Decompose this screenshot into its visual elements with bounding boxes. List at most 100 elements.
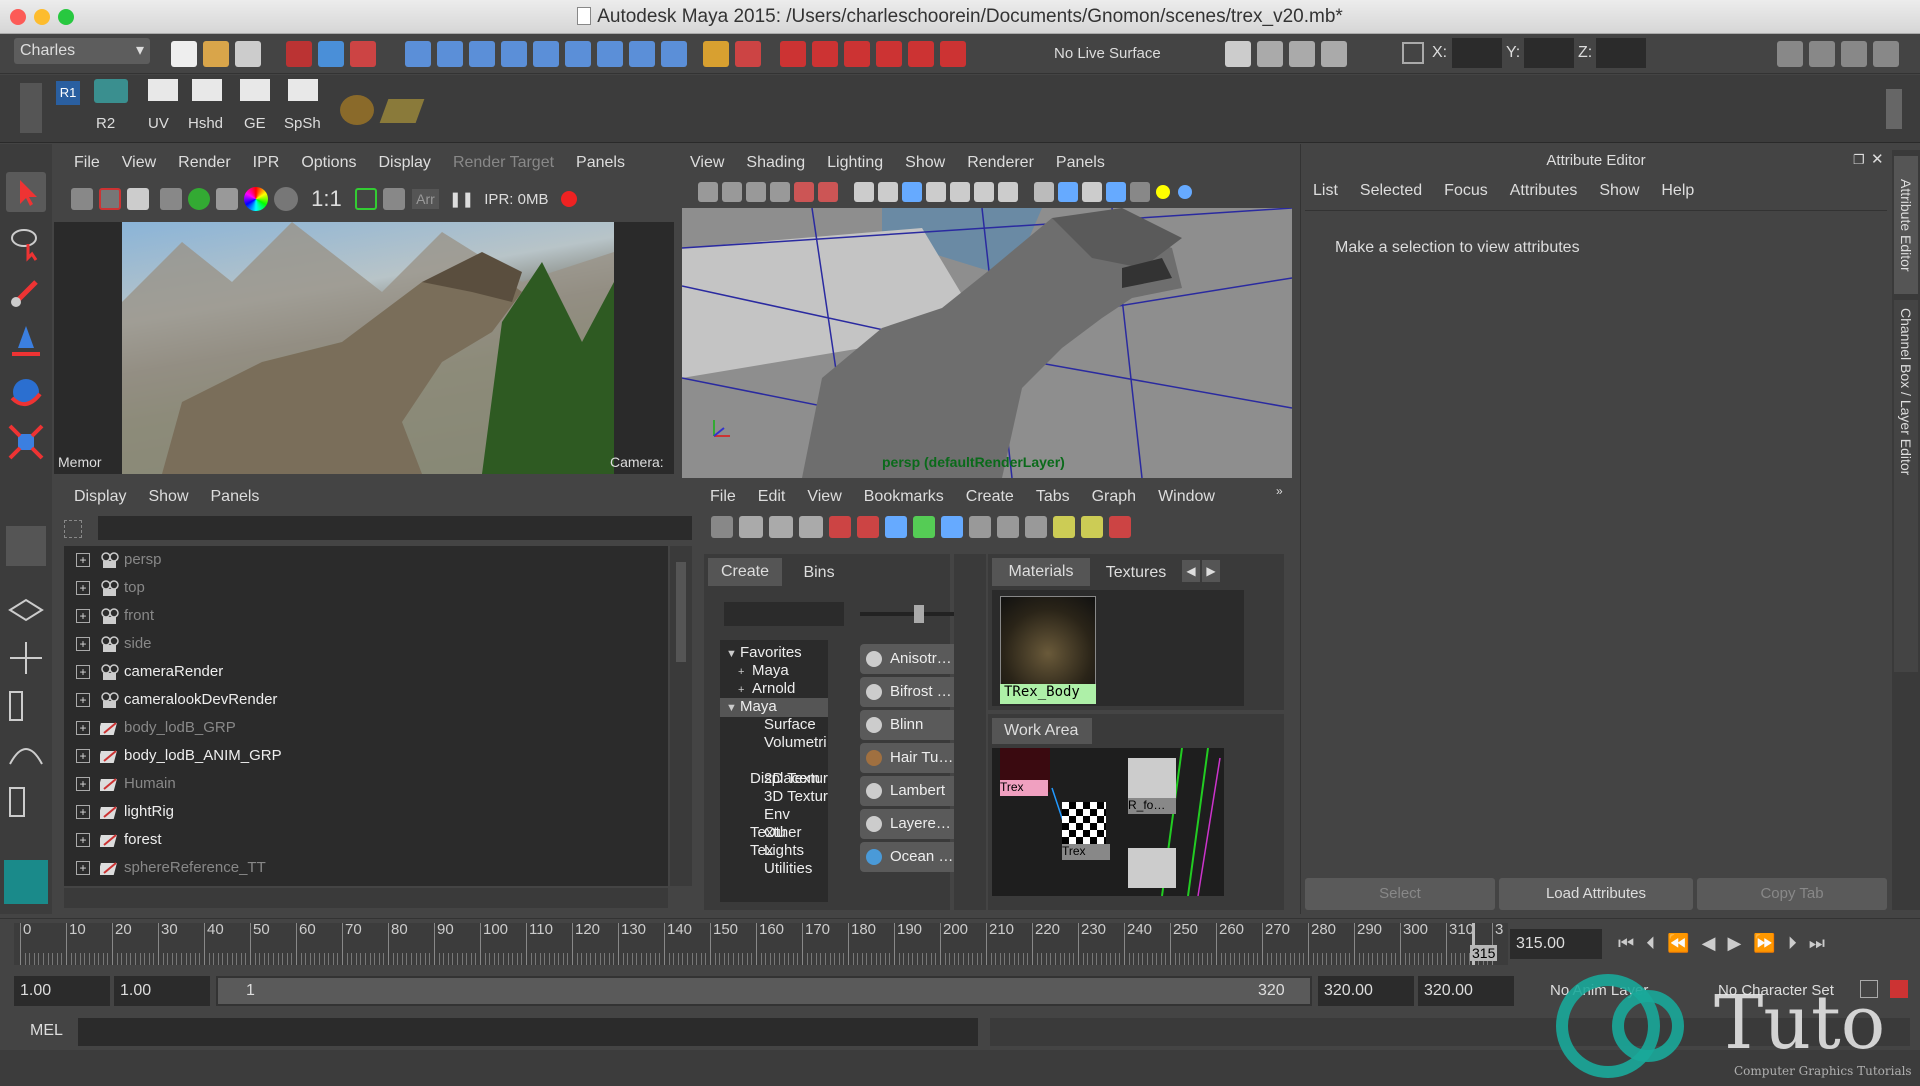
material-label[interactable]: TRex_Body (1000, 684, 1096, 704)
z-field[interactable] (1596, 38, 1646, 68)
select-hierarchy-icon[interactable] (286, 41, 313, 67)
four-view-layout-icon[interactable] (6, 638, 46, 678)
safe-action-icon[interactable] (974, 182, 995, 202)
make-live-icon[interactable] (939, 41, 966, 67)
modeling-toolkit-icon[interactable] (1777, 41, 1803, 67)
render-region-icon[interactable] (99, 188, 121, 210)
attribute-editor-toggle-icon[interactable] (1809, 41, 1835, 67)
expand-icon[interactable]: + (76, 553, 90, 567)
gate-mask-icon[interactable] (926, 182, 947, 202)
zoom-window-button[interactable] (58, 9, 74, 25)
hs-menu-graph[interactable]: Graph (1092, 488, 1136, 506)
select-handles-icon[interactable] (437, 41, 464, 67)
render-menu-render[interactable]: Render (178, 154, 230, 172)
step-forward-key-icon[interactable]: ⏩ (1753, 933, 1775, 953)
range-slider[interactable]: 1 320 (216, 976, 1312, 1006)
scale-tool-icon[interactable] (6, 422, 46, 462)
keep-image-icon[interactable] (382, 188, 405, 210)
smooth-shade-icon[interactable] (1058, 182, 1079, 202)
tab-scroll-right-icon[interactable]: ▶ (1202, 560, 1220, 582)
work-node-label[interactable]: R_fo… (1128, 798, 1176, 814)
attr-menu-help[interactable]: Help (1661, 182, 1694, 200)
end-time-field[interactable]: 320.00 (1418, 976, 1514, 1006)
expand-icon[interactable]: + (76, 665, 90, 679)
hs-menu-window[interactable]: Window (1158, 488, 1215, 506)
safe-title-icon[interactable] (998, 182, 1019, 202)
paint-select-icon[interactable] (6, 272, 46, 312)
hs-menu-edit[interactable]: Edit (758, 488, 786, 506)
expand-menu-icon[interactable]: » (1276, 484, 1283, 498)
shelf-scroll-icon[interactable] (1886, 89, 1902, 129)
render-current-icon[interactable] (1257, 41, 1283, 67)
create-tree-item[interactable]: ▼ Maya (720, 698, 828, 717)
expand-icon[interactable]: + (76, 861, 90, 875)
create-filter-field[interactable] (724, 602, 844, 626)
ambient-occlusion-icon[interactable] (1178, 185, 1193, 199)
select-surfaces-icon[interactable] (533, 41, 560, 67)
create-tree-item[interactable]: 2D Textur (720, 770, 828, 788)
create-node-button[interactable]: Anisotr… (860, 644, 960, 674)
hs-menu-view[interactable]: View (807, 488, 841, 506)
attr-menu-show[interactable]: Show (1599, 182, 1639, 200)
work-node-label[interactable]: Trex (1000, 780, 1048, 796)
x-field[interactable] (1452, 38, 1502, 68)
close-icon[interactable]: ✕ (1871, 150, 1884, 168)
graph-layout-icon[interactable] (6, 734, 46, 774)
step-forward-frame-icon[interactable]: ⏵ (1788, 933, 1797, 953)
start-time-field[interactable]: 1.00 (14, 976, 110, 1006)
work-node-texture[interactable] (1128, 758, 1176, 798)
work-node-label[interactable]: Trex (1062, 844, 1110, 860)
tab-textures[interactable]: Textures (1096, 560, 1176, 586)
film-gate-icon[interactable] (878, 182, 899, 202)
expand-icon[interactable]: + (76, 805, 90, 819)
anim-start-field[interactable]: 1.00 (114, 976, 210, 1006)
outliner-item[interactable]: + sphereReference_TT (64, 854, 668, 882)
select-curves-icon[interactable] (501, 41, 528, 67)
sphere-icon[interactable] (340, 95, 374, 125)
graph-textures-icon[interactable] (941, 516, 963, 538)
tab-scroll-left-icon[interactable]: ◀ (1182, 560, 1200, 582)
single-view-layout-icon[interactable] (6, 590, 46, 630)
lock-icon[interactable] (702, 41, 729, 67)
key-icon[interactable] (1860, 980, 1878, 998)
y-field[interactable] (1524, 38, 1574, 68)
materials-vscroll[interactable] (1248, 590, 1274, 706)
spreadsheet-icon[interactable] (288, 79, 318, 101)
attr-menu-selected[interactable]: Selected (1360, 182, 1422, 200)
new-scene-icon[interactable] (171, 41, 197, 67)
zoom-fit-icon[interactable] (354, 188, 377, 210)
select-joints-icon[interactable] (469, 41, 496, 67)
select-component-icon[interactable] (350, 41, 377, 67)
snapshot-icon[interactable] (127, 188, 149, 210)
outliner-item[interactable]: + lightRig (64, 798, 668, 826)
render-menu-file[interactable]: File (74, 154, 100, 172)
attr-menu-list[interactable]: List (1313, 182, 1338, 200)
outliner-vscroll[interactable] (670, 546, 692, 886)
close-window-button[interactable] (10, 9, 26, 25)
tab-work-area[interactable]: Work Area (992, 718, 1092, 744)
outliner-item[interactable]: + side (64, 630, 668, 658)
expand-icon[interactable]: + (76, 581, 90, 595)
select-dynamics-icon[interactable] (597, 41, 624, 67)
channel-box-tab[interactable]: Channel Box / Layer Editor (1894, 300, 1918, 672)
create-tree-item[interactable]: Surface (720, 716, 828, 734)
refresh-ipr-icon[interactable] (188, 188, 210, 210)
viewport-menu-view[interactable]: View (690, 154, 724, 172)
tree-expander-icon[interactable]: + (738, 681, 752, 699)
field-chart-icon[interactable] (950, 182, 971, 202)
graph-network-icon[interactable] (857, 516, 879, 538)
graph-materials-icon[interactable] (913, 516, 935, 538)
outliner-item[interactable]: + cameraRender (64, 658, 668, 686)
stop-render-icon[interactable] (560, 191, 577, 207)
attr-menu-attributes[interactable]: Attributes (1510, 182, 1578, 200)
top-bottom-tabs-icon[interactable] (799, 516, 823, 538)
mask-icon[interactable] (405, 41, 432, 67)
open-scene-icon[interactable] (203, 41, 229, 67)
tool-settings-icon[interactable] (1841, 41, 1867, 67)
pause-icon[interactable]: ❚❚ (449, 191, 474, 208)
expand-icon[interactable]: + (76, 721, 90, 735)
outliner-item[interactable]: + cameralookDevRender (64, 686, 668, 714)
render-menu-options[interactable]: Options (301, 154, 356, 172)
help-icon[interactable] (661, 41, 688, 67)
uv-editor-icon[interactable] (148, 79, 178, 101)
